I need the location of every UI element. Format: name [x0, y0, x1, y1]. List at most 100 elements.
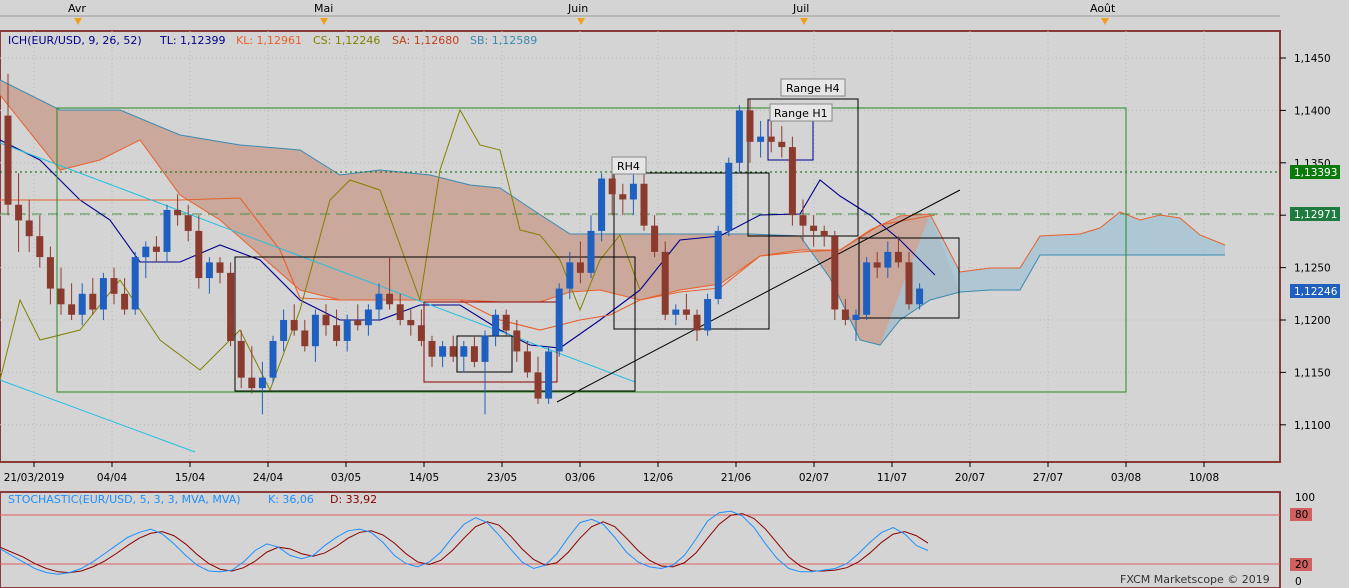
candle-bear [523, 351, 531, 373]
candle-bull [375, 293, 383, 310]
candle-bull [131, 257, 139, 310]
candle-bull [364, 309, 372, 326]
candle-bear [354, 320, 362, 326]
candle-bear [25, 220, 33, 237]
candle-bear [905, 262, 913, 305]
candle-bear [396, 304, 404, 320]
x-tick-label: 24/04 [253, 472, 284, 484]
candle-bull [757, 136, 765, 142]
candle-bear [746, 110, 754, 142]
candle-bear [873, 262, 881, 268]
candle-bull [78, 293, 86, 315]
candle-bear [778, 141, 786, 148]
candle-bear [470, 346, 478, 362]
legend-tl: TL: 1,12399 [159, 34, 226, 47]
candle-bull [99, 278, 107, 310]
candle-bear [513, 330, 521, 352]
candle-bull [439, 346, 447, 357]
chart-svg: Avr Mai Juin Juil Août Range H4 Range H1… [0, 0, 1349, 588]
month-label: Août [1090, 2, 1116, 15]
candle-bull [163, 209, 171, 252]
candle-bull [545, 351, 553, 399]
candle-bear [651, 225, 659, 252]
candle-bull [852, 314, 860, 320]
candle-bull [343, 320, 351, 341]
stoch-k: K: 36,06 [268, 493, 314, 506]
stoch-label-20: 20 [1295, 559, 1308, 571]
legend-kl: KL: 1,12961 [236, 34, 302, 47]
candle-bear [322, 314, 330, 326]
candle-bear [184, 215, 192, 231]
candle-bear [576, 262, 584, 273]
candle-bear [386, 293, 394, 305]
legend-sa: SA: 1,12680 [392, 34, 459, 47]
x-tick-label: 11/07 [877, 472, 907, 484]
candle-bull [916, 288, 924, 305]
range-h1-text: Range H1 [774, 107, 828, 120]
legend-ich: ICH(EUR/USD, 9, 26, 52) [8, 34, 142, 47]
candle-bull [555, 288, 563, 352]
candle-bear [227, 272, 235, 341]
candle-bear [237, 340, 245, 378]
price-tag-green: 1,13393 [1294, 167, 1337, 179]
x-tick-label: 21/03/2019 [4, 472, 65, 484]
x-tick-label: 15/04 [175, 472, 206, 484]
rh4-text: RH4 [617, 160, 640, 173]
price-tag-blue: 1,12246 [1294, 286, 1338, 298]
candle-bull [714, 230, 722, 300]
candle-bull [269, 340, 277, 378]
candle-bull [725, 162, 733, 231]
candle-bear [767, 136, 775, 142]
range-h4-label: Range H4 [780, 78, 846, 97]
candle-bull [704, 299, 712, 331]
indicator-legend: ICH(EUR/USD, 9, 26, 52) TL: 1,12399 KL: … [8, 34, 537, 47]
legend-cs: CS: 1,12246 [313, 34, 380, 47]
x-tick-label: 10/08 [1189, 472, 1219, 484]
range-h4-text: Range H4 [786, 82, 840, 95]
price-tag-mid: 1,12971 [1294, 209, 1337, 221]
candle-bear [121, 293, 129, 310]
candle-bear [810, 225, 818, 231]
stoch-label-0: 0 [1295, 576, 1302, 588]
x-tick-label: 20/07 [955, 472, 985, 484]
legend-sb: SB: 1,12589 [470, 34, 537, 47]
candle-bear [248, 377, 256, 389]
candle-bull [280, 320, 288, 341]
candle-bull [142, 246, 150, 258]
candle-bear [502, 314, 510, 331]
month-label: Juil [792, 2, 809, 15]
candle-bear [4, 115, 12, 205]
candle-bear [449, 346, 457, 357]
x-tick-label: 03/05 [331, 472, 361, 484]
footer-credit: FXCM Marketscope © 2019 [1120, 573, 1270, 586]
candle-bull [492, 314, 500, 336]
candle-bear [57, 288, 65, 305]
candle-bear [36, 236, 44, 258]
x-tick-label: 03/06 [565, 472, 596, 484]
x-tick-label: 02/07 [799, 472, 829, 484]
candle-bull [863, 262, 871, 315]
candle-bear [195, 230, 203, 279]
candle-bull [735, 110, 743, 163]
candle-bear [640, 183, 648, 226]
range-h1-label: Range H1 [769, 103, 833, 122]
x-tick-label: 03/08 [1111, 472, 1141, 484]
y-tick-label: 1,1100 [1294, 420, 1331, 432]
rh4-label: RH4 [611, 156, 647, 175]
candle-bear [110, 278, 118, 294]
stoch-title: STOCHASTIC(EUR/USD, 5, 3, 3, MVA, MVA) [8, 493, 241, 506]
month-label: Juin [567, 2, 588, 15]
x-tick-label: 21/06 [721, 472, 752, 484]
y-tick-label: 1,1400 [1294, 105, 1331, 117]
stoch-label-100: 100 [1295, 492, 1315, 504]
candle-bull [629, 183, 637, 200]
candle-bull [587, 230, 595, 273]
candle-bear [661, 251, 669, 315]
stoch-label-80: 80 [1295, 509, 1308, 521]
candle-bull [598, 178, 606, 231]
candle-bear [799, 215, 807, 226]
candle-bull [672, 309, 680, 315]
candle-bull [205, 262, 213, 279]
candle-bear [46, 257, 54, 289]
month-label: Mai [314, 2, 333, 15]
